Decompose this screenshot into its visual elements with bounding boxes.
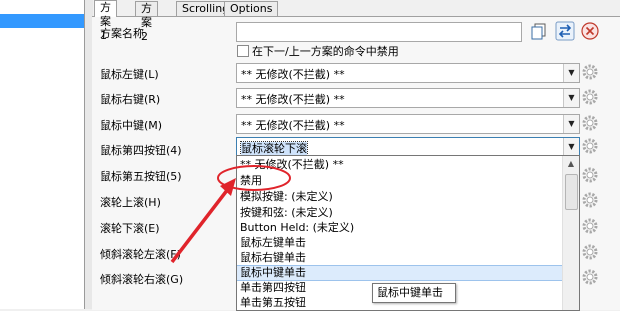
combo-fourth-button[interactable]: 鼠标滚轮下滚 ▼ xyxy=(236,137,580,157)
gear-icon[interactable] xyxy=(581,191,599,209)
row-label-right-button: 鼠标右键(R) xyxy=(100,93,161,106)
row-label-tilt-right: 倾斜滚轮右滚(G) xyxy=(100,273,184,286)
gear-icon[interactable] xyxy=(581,114,599,132)
combo-right-button-value: ** 无修改(不拦截) ** xyxy=(241,93,345,106)
scrollbar-thumb[interactable] xyxy=(565,174,578,210)
chevron-down-icon[interactable]: ▼ xyxy=(563,64,579,82)
chevron-down-icon[interactable]: ▼ xyxy=(563,115,579,133)
dropdown-scrollbar[interactable]: ▲ xyxy=(562,156,579,310)
swap-scheme-button[interactable] xyxy=(555,21,575,41)
dropdown-option[interactable]: 模拟按键: (未定义) xyxy=(237,190,562,204)
combo-middle-button-value: ** 无修改(不拦截) ** xyxy=(241,119,345,132)
delete-icon xyxy=(581,22,599,40)
disable-in-scheme-commands-label: 在下一/上一方案的命令中禁用 xyxy=(252,45,399,58)
copy-scheme-button[interactable] xyxy=(529,21,549,41)
scroll-up-icon[interactable]: ▲ xyxy=(563,156,579,172)
tab-scheme-1[interactable]: 方案 1 xyxy=(94,0,117,42)
dropdown-option-highlighted[interactable]: 鼠标中键单击 xyxy=(237,265,563,281)
row-label-tilt-left: 倾斜滚轮左滚(F) xyxy=(100,248,181,261)
row-label-wheel-down: 滚轮下滚(E) xyxy=(100,222,160,235)
row-label-wheel-up: 滚轮上滚(H) xyxy=(100,196,161,209)
gear-icon[interactable] xyxy=(581,63,599,81)
row-label-fourth-button: 鼠标第四按钮(4) xyxy=(100,144,182,157)
dropdown-option[interactable]: Button Held: (未定义) xyxy=(237,221,562,235)
gear-icon[interactable] xyxy=(581,137,599,155)
combo-fourth-button-value: 鼠标滚轮下滚 xyxy=(240,141,308,156)
delete-scheme-button[interactable] xyxy=(580,21,600,41)
scheme-list-pane[interactable] xyxy=(0,0,85,309)
chevron-down-icon[interactable]: ▼ xyxy=(563,138,579,156)
gear-icon[interactable] xyxy=(581,88,599,106)
chevron-down-icon[interactable]: ▼ xyxy=(563,89,579,107)
row-label-fifth-button: 鼠标第五按钮(5) xyxy=(100,170,182,183)
combo-left-button-value: ** 无修改(不拦截) ** xyxy=(241,68,345,81)
swap-icon xyxy=(555,21,575,41)
dropdown-option[interactable]: 禁用 xyxy=(237,174,562,188)
tab-options[interactable]: Options xyxy=(224,1,279,16)
dropdown-option[interactable]: 按键和弦: (未定义) xyxy=(237,206,562,220)
disable-in-scheme-commands-checkbox[interactable] xyxy=(237,45,249,57)
tab-scheme-2[interactable]: 方案 2 xyxy=(135,1,158,43)
copy-icon xyxy=(531,23,546,40)
gear-icon[interactable] xyxy=(581,166,599,184)
scheme-name-label: 方案名称 xyxy=(100,27,144,40)
row-label-left-button: 鼠标左键(L) xyxy=(100,68,159,81)
combo-left-button[interactable]: ** 无修改(不拦截) ** ▼ xyxy=(236,63,580,83)
scheme-list-selected-item[interactable] xyxy=(0,14,84,28)
row-label-middle-button: 鼠标中键(M) xyxy=(100,119,163,132)
gear-icon[interactable] xyxy=(581,217,599,235)
scheme-name-input[interactable] xyxy=(236,22,522,42)
dropdown-option[interactable]: 鼠标右键单击 xyxy=(237,251,562,265)
option-tooltip: 鼠标中键单击 xyxy=(372,283,456,303)
gear-icon[interactable] xyxy=(581,243,599,261)
combo-right-button[interactable]: ** 无修改(不拦截) ** ▼ xyxy=(236,88,580,108)
dropdown-option[interactable]: 鼠标左键单击 xyxy=(237,236,562,250)
combo-middle-button[interactable]: ** 无修改(不拦截) ** ▼ xyxy=(236,114,580,134)
dropdown-option[interactable]: ** 无修改(不拦截) ** xyxy=(237,158,562,172)
gear-icon[interactable] xyxy=(581,268,599,286)
